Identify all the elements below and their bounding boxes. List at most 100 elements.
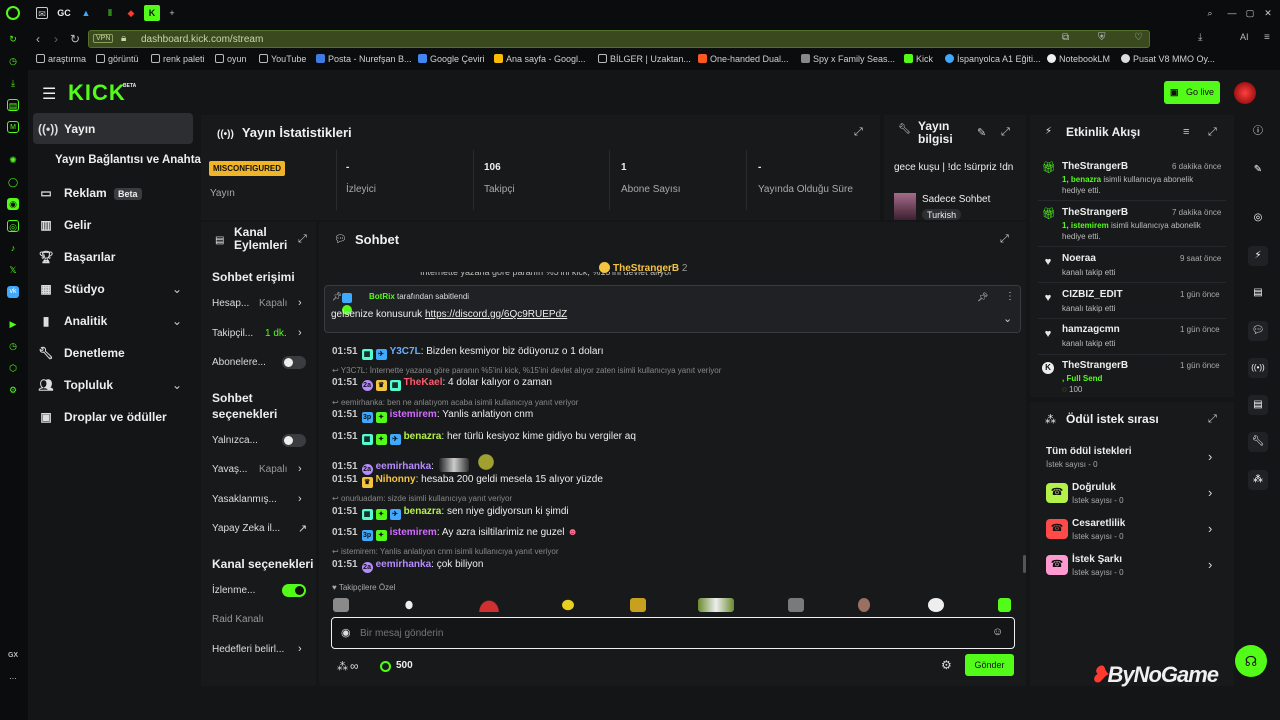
reward-name[interactable]: Doğruluk	[1072, 482, 1116, 493]
sidebar-chatgpt-icon[interactable]: ✺	[7, 154, 19, 166]
sidebar-cube-icon[interactable]: ⬡	[7, 362, 19, 374]
support-button[interactable]: ☊	[1235, 645, 1267, 677]
emoji-picker-icon[interactable]: ☺	[992, 626, 1003, 638]
nav-item-achievements[interactable]: 🏆︎ Başarılar	[38, 250, 115, 264]
sidebar-whatsapp-icon[interactable]: ◯	[7, 176, 19, 188]
url-field[interactable]: VPN 🔒︎ dashboard.kick.com/stream	[88, 30, 1150, 48]
watch-label[interactable]: İzlenme...	[212, 585, 255, 596]
event-user[interactable]: hamzagcmn	[1062, 324, 1120, 335]
chat-message[interactable]: 01:51 ▦ ✦ ✈ benazra: sen niye gidiyorsun ki …	[332, 506, 569, 520]
bookmark-1[interactable]: görüntü	[96, 54, 139, 64]
emote-only-label[interactable]: Yalnızca...	[212, 435, 258, 446]
bookmark-14[interactable]: Pusat V8 MMO Oy...	[1121, 54, 1215, 64]
sidebar-download-icon[interactable]: ⤓	[7, 77, 19, 89]
opera-gx-logo-icon[interactable]	[6, 6, 20, 20]
hamburger-menu-icon[interactable]: ☰	[42, 84, 56, 104]
chat-message[interactable]: 01:51 3p ✦ istemirem: Yanlis anlatiyon cnm	[332, 409, 533, 423]
kick-logo[interactable]: KICK	[68, 80, 126, 106]
watch-toggle[interactable]	[282, 584, 306, 597]
reload-icon[interactable]: ↻	[70, 32, 80, 46]
tab-gc[interactable]: GC	[56, 7, 72, 19]
event-user[interactable]: CIZBIZ_EDIT	[1062, 289, 1123, 300]
sidebar-play-icon[interactable]: ▶	[7, 318, 19, 330]
sidebar-instagram-icon[interactable]: ◎	[7, 220, 19, 232]
nav-item-revenue[interactable]: ▥ Gelir	[38, 218, 91, 232]
shield-icon[interactable]: ⛨	[1098, 32, 1106, 43]
bookmark-13[interactable]: NotebookLM	[1047, 54, 1110, 64]
bookmark-10[interactable]: Spy x Family Seas...	[801, 54, 895, 64]
list-icon[interactable]: ▤	[1248, 395, 1268, 415]
followers-only-chevron-icon[interactable]: ›	[298, 327, 302, 339]
emote-4[interactable]	[560, 598, 576, 612]
sidebar-clock-icon[interactable]: ◷	[7, 55, 19, 67]
bookmark-2[interactable]: renk paleti	[151, 54, 205, 64]
event-user[interactable]: TheStrangerB	[1062, 360, 1128, 371]
sidebar-discord-icon[interactable]: ◉	[7, 198, 19, 210]
account-age-chevron-icon[interactable]: ›	[298, 297, 302, 309]
emote-1[interactable]	[333, 598, 349, 612]
channel-points-icon[interactable]: ⁂	[337, 660, 348, 673]
ai-mod-external-icon[interactable]: ↗	[298, 522, 307, 535]
banned-words-chevron-icon[interactable]: ›	[298, 493, 302, 505]
emote-6[interactable]	[698, 598, 734, 612]
pencil-icon[interactable]: ✎	[1248, 160, 1268, 180]
slow-mode-label[interactable]: Yavaş...	[212, 464, 247, 475]
event-user[interactable]: Noeraa	[1062, 253, 1096, 264]
emote-9[interactable]	[928, 598, 944, 612]
avatar[interactable]	[1234, 82, 1256, 104]
account-age-value[interactable]: Kapalı	[259, 298, 287, 309]
chat-message[interactable]: 01:51 ♛ Nihonny: hesaba 200 geldi mesela 1…	[332, 474, 603, 488]
tab-icon-mail[interactable]: ✉	[36, 7, 48, 19]
lightning-rail-icon[interactable]: ⚡︎	[1248, 246, 1268, 266]
reward-chevron-icon[interactable]: ›	[1208, 557, 1212, 572]
tab-icon-bars[interactable]: ⦀	[104, 7, 116, 19]
chat-input[interactable]	[360, 624, 960, 642]
heart-icon[interactable]: ♡	[1134, 32, 1143, 43]
wrench-rail-icon[interactable]: 🔧︎	[1248, 432, 1268, 452]
subs-only-label[interactable]: Abonelere...	[212, 357, 266, 368]
info-icon[interactable]: ⓘ	[1248, 122, 1268, 142]
emote-2[interactable]	[403, 598, 415, 612]
snapshot-icon[interactable]: ⧉	[1062, 32, 1069, 43]
chat-expand-icon[interactable]: ⤢	[1000, 233, 1009, 246]
banned-words-label[interactable]: Yasaklanmış...	[212, 494, 277, 505]
goals-label[interactable]: Hedefleri belirl...	[212, 644, 284, 655]
nav-item-drops[interactable]: ▣ Droplar ve ödüller	[38, 410, 166, 424]
chat-message[interactable]: 01:51 ▦ ✦ ✈ benazra: her türlü kesiyoz kime …	[332, 431, 636, 445]
bookmark-5[interactable]: Posta - Nurefşan B...	[316, 54, 412, 64]
reward-chevron-icon[interactable]: ›	[1208, 485, 1212, 500]
sidebar-refresh-icon[interactable]: ↻	[7, 33, 19, 45]
pinned-expand-chevron-icon[interactable]: ⌄	[1003, 312, 1012, 325]
nav-item-moderation[interactable]: 🔧︎ Denetleme	[38, 346, 124, 360]
reward-name[interactable]: Cesaretlilik	[1072, 518, 1125, 529]
sidebar-history-icon[interactable]: ◷	[7, 340, 19, 352]
document-icon[interactable]: ▤	[1248, 283, 1268, 303]
download-icon[interactable]: ⤓	[1198, 32, 1202, 43]
stream-stats-expand-icon[interactable]: ⤢	[854, 126, 863, 139]
bookmark-6[interactable]: Google Çeviri	[418, 54, 485, 64]
emote-10[interactable]	[998, 598, 1011, 612]
goals-chevron-icon[interactable]: ›	[298, 643, 302, 655]
chat-message[interactable]: 01:51 2a eemirhanka: çok biliyon	[332, 559, 483, 573]
chat-message[interactable]: 01:51 ▦ ✈ Y3C7L: Bizden kesmiyor biz ödüyor…	[332, 346, 604, 360]
send-button[interactable]: Gönder	[965, 654, 1014, 676]
community-chevron-down-icon[interactable]: ⌄	[172, 378, 182, 392]
maximize-icon[interactable]: ▢	[1244, 7, 1256, 19]
nav-item-ads[interactable]: ▭ Reklam Beta	[38, 186, 142, 200]
bookmark-8[interactable]: BİLGER | Uzaktan...	[598, 54, 691, 64]
analytics-chevron-down-icon[interactable]: ⌄	[172, 314, 182, 328]
pinned-link[interactable]: https://discord.gg/6Qc9RUEPdZ	[425, 309, 567, 320]
emote-7[interactable]	[788, 598, 804, 612]
bookmark-9[interactable]: One-handed Dual...	[698, 54, 789, 64]
chat-message[interactable]: 01:51 2a ♛ ▦ TheKael: 4 dolar kalıyor o zama…	[332, 377, 552, 391]
all-rewards-chevron-icon[interactable]: ›	[1208, 449, 1212, 464]
nav-item-stream-connection[interactable]: Yayın Bağlantısı ve Anahtarı	[55, 154, 209, 166]
stream-info-expand-icon[interactable]: ⤢	[1001, 126, 1010, 139]
chat-settings-icon[interactable]: ⚙	[941, 658, 952, 672]
camera-icon[interactable]: ◎	[1248, 208, 1268, 228]
followers-only-value[interactable]: 1 dk.	[265, 328, 287, 339]
ai-icon[interactable]: AI	[1240, 32, 1249, 42]
search-icon[interactable]: ⌕	[1204, 7, 1216, 19]
bookmark-7[interactable]: Ana sayfa - Googl...	[494, 54, 586, 64]
reward-name[interactable]: İstek Şarkı	[1072, 554, 1122, 565]
